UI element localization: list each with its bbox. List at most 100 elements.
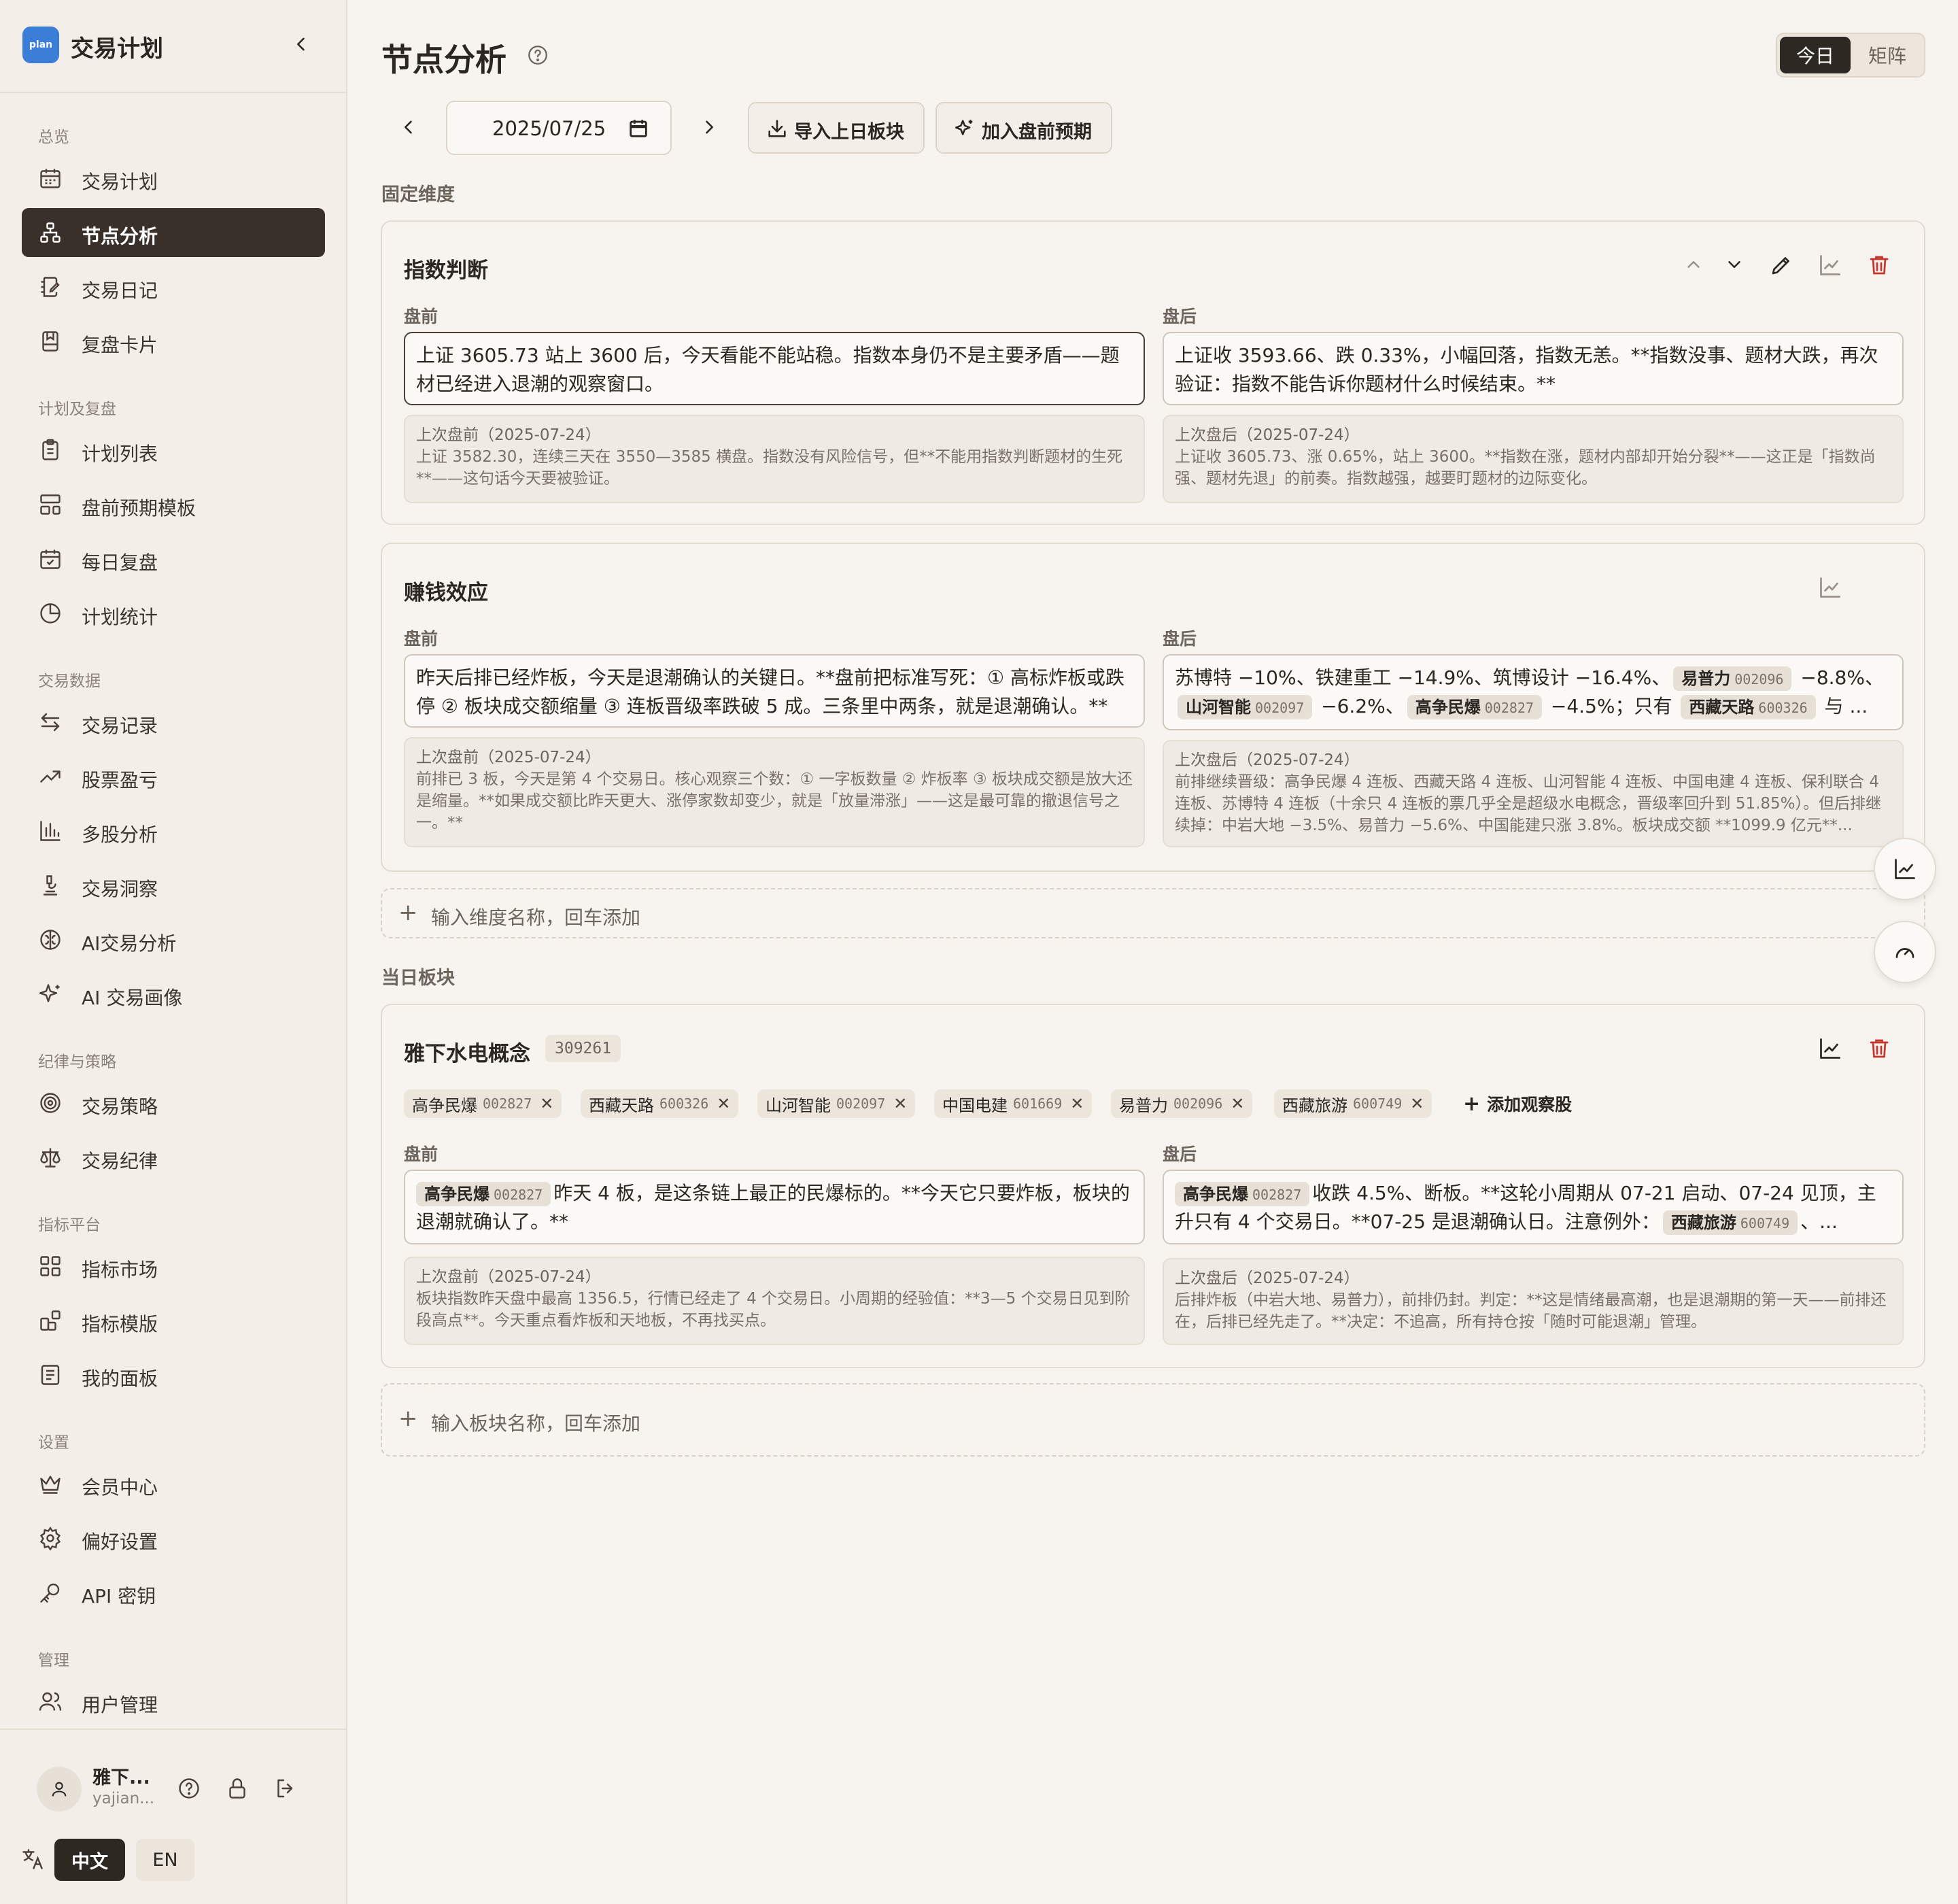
pencil-icon[interactable] (1769, 253, 1793, 277)
app-title: 交易计划 (71, 35, 163, 63)
remove-icon[interactable]: ✕ (1231, 1094, 1244, 1113)
sidebar-item-ai-trade-analysis[interactable]: AI交易分析 (22, 915, 325, 964)
sector-section-label: 当日板块 (381, 968, 455, 989)
stock-chip-inline[interactable]: 山河智能 002097 (1178, 695, 1313, 719)
sidebar-item-user-management[interactable]: 用户管理 (22, 1677, 325, 1726)
floating-gauge-button[interactable] (1874, 921, 1936, 983)
plus-icon: + (1463, 1091, 1481, 1116)
add-sector-input[interactable]: + 输入板块名称，回车添加 (381, 1383, 1925, 1457)
pre-market-input[interactable]: 上证 3605.73 站上 3600 后，今天看能不能站稳。指数本身仍不是主要矛… (404, 332, 1145, 405)
sidebar-item-trade-records[interactable]: 交易记录 (22, 698, 325, 747)
stock-chip-inline[interactable]: 高争民爆 002827 (416, 1182, 551, 1206)
sidebar-item-trade-plan[interactable]: 交易计划 (22, 154, 325, 203)
sidebar-item-plan-stats[interactable]: 计划统计 (22, 589, 325, 638)
prev-note-body: 后排炸板（中岩大地、易普力），前排仍封。判定：**这是情绪最高潮，也是退潮期的第… (1175, 1291, 1887, 1331)
stock-name: 中国电建 (942, 1095, 1008, 1115)
view-toggle-today[interactable]: 今日 (1780, 37, 1851, 73)
sidebar-item-label: 节点分析 (82, 225, 158, 248)
remove-icon[interactable]: ✕ (1410, 1094, 1424, 1113)
trash-icon[interactable] (1867, 1036, 1891, 1061)
remove-icon[interactable]: ✕ (1070, 1094, 1084, 1113)
lang-zh-button[interactable]: 中文 (54, 1839, 125, 1881)
sidebar-item-stock-pnl[interactable]: 股票盈亏 (22, 752, 325, 801)
add-watch-stock-button[interactable]: + 添加观察股 (1463, 1089, 1572, 1118)
avatar[interactable] (37, 1767, 82, 1812)
watch-stock-chip[interactable]: 中国电建 601669 ✕ (934, 1089, 1093, 1118)
view-toggle-matrix[interactable]: 矩阵 (1853, 37, 1921, 73)
sidebar-item-premarket-template[interactable]: 盘前预期模板 (22, 480, 325, 529)
post-text-tail: 、... (1800, 1210, 1838, 1233)
sidebar-item-indicator-templates[interactable]: 指标模版 (22, 1296, 325, 1345)
watch-stock-chip[interactable]: 西藏天路 600326 ✕ (581, 1089, 739, 1118)
stock-chip-inline[interactable]: 高争民爆 002827 (1407, 695, 1542, 719)
help-circle-icon[interactable] (526, 44, 549, 67)
stock-chip-inline[interactable]: 西藏天路 600326 (1681, 695, 1816, 719)
remove-icon[interactable]: ✕ (893, 1094, 907, 1113)
sidebar-item-review-cards[interactable]: 复盘卡片 (22, 317, 325, 366)
sidebar-item-trade-insight[interactable]: 交易洞察 (22, 861, 325, 910)
stock-code: 002097 (1255, 700, 1305, 716)
group-label-admin: 管理 (38, 1652, 69, 1669)
remove-icon[interactable]: ✕ (717, 1094, 730, 1113)
lock-icon[interactable] (225, 1776, 250, 1801)
sidebar-item-daily-review[interactable]: 每日复盘 (22, 534, 325, 583)
next-day-button[interactable] (695, 113, 723, 141)
lang-en-button[interactable]: EN (136, 1839, 194, 1881)
import-prev-sectors-button[interactable]: 导入上日板块 (748, 102, 925, 154)
view-toggle: 今日 矩阵 (1776, 33, 1925, 78)
move-up-icon[interactable] (1683, 254, 1704, 275)
stock-name: 易普力 (1119, 1095, 1168, 1115)
trash-icon[interactable] (1867, 253, 1891, 277)
line-chart-icon[interactable] (1818, 575, 1842, 600)
stock-code: 600749 (1740, 1215, 1790, 1231)
collapse-sidebar-button[interactable] (287, 30, 315, 58)
stock-chip-inline[interactable]: 易普力 002096 (1673, 666, 1792, 691)
line-chart-icon[interactable] (1818, 1036, 1842, 1061)
prev-day-button[interactable] (394, 113, 423, 141)
pre-market-input[interactable]: 高争民爆 002827 昨天 4 板，是这条链上最正的民爆标的。**今天它只要炸板，… (404, 1170, 1145, 1244)
line-chart-icon[interactable] (1818, 253, 1842, 277)
prev-pre-market-note: 上次盘前（2025-07-24） 上证 3582.30，连续三天在 3550—3… (404, 415, 1145, 503)
sidebar-item-indicator-market[interactable]: 指标市场 (22, 1242, 325, 1291)
remove-icon[interactable]: ✕ (540, 1094, 553, 1113)
watch-stock-chip[interactable]: 易普力 002096 ✕ (1111, 1089, 1253, 1118)
sidebar-item-node-analysis[interactable]: 节点分析 (22, 208, 325, 257)
post-market-input[interactable]: 高争民爆 002827 收跌 4.5%、断板。**这轮小周期从 07-21 启动、0… (1163, 1170, 1904, 1244)
add-premarket-button[interactable]: 加入盘前预期 (935, 102, 1112, 154)
sidebar-item-label: 指标模版 (82, 1313, 158, 1336)
pre-market-input[interactable]: 昨天后排已经炸板，今天是退潮确认的关键日。**盘前把标准写死：① 高标炸板或跌停… (404, 654, 1145, 728)
stock-chip-inline[interactable]: 高争民爆 002827 (1175, 1182, 1310, 1206)
users-icon (39, 1692, 62, 1711)
sidebar-item-preferences[interactable]: 偏好设置 (22, 1514, 325, 1563)
prev-pre-market-note: 上次盘前（2025-07-24） 板块指数昨天盘中最高 1356.5，行情已经走… (404, 1257, 1145, 1345)
help-circle-icon[interactable] (177, 1776, 201, 1801)
date-picker[interactable]: 2025/07/25 (446, 101, 672, 155)
sidebar-item-multi-stock[interactable]: 多股分析 (22, 806, 325, 855)
sidebar-item-label: API 密钥 (82, 1585, 156, 1608)
sidebar-item-trade-journal[interactable]: 交易日记 (22, 262, 325, 311)
sidebar-item-trade-strategy[interactable]: 交易策略 (22, 1078, 325, 1127)
add-dimension-input[interactable]: + 输入维度名称，回车添加 (381, 888, 1925, 938)
stock-chip-inline[interactable]: 西藏旅游 600749 (1662, 1210, 1798, 1235)
import-button-label: 导入上日板块 (794, 122, 904, 143)
sidebar-item-api-keys[interactable]: API 密钥 (22, 1568, 325, 1617)
logout-icon[interactable] (273, 1776, 298, 1801)
watch-stock-chip[interactable]: 高争民爆 002827 ✕ (404, 1089, 562, 1118)
dimension-title: 赚钱效应 (404, 581, 488, 605)
floating-chart-button[interactable] (1874, 838, 1936, 900)
move-down-icon[interactable] (1724, 254, 1745, 275)
sidebar-item-ai-trade-profile[interactable]: AI 交易画像 (22, 970, 325, 1019)
sidebar-item-label: 交易纪律 (82, 1150, 158, 1172)
sidebar-item-plan-list[interactable]: 计划列表 (22, 426, 325, 475)
post-market-input[interactable]: 苏博特 −10%、铁建重工 −14.9%、筑博设计 −16.4%、 易普力 0020… (1163, 654, 1904, 730)
key-icon (40, 1583, 60, 1603)
post-market-input[interactable]: 上证收 3593.66、跌 0.33%，小幅回落，指数无恙。**指数没事、题材大… (1163, 332, 1904, 405)
stock-name: 高争民爆 (424, 1185, 490, 1204)
scale-icon (40, 1148, 61, 1168)
sidebar-item-trade-discipline[interactable]: 交易纪律 (22, 1133, 325, 1182)
sidebar-item-membership[interactable]: 会员中心 (22, 1459, 325, 1508)
sidebar-item-my-panel[interactable]: 我的面板 (22, 1350, 325, 1399)
user-email: yajian... (92, 1790, 155, 1807)
watch-stock-chip[interactable]: 山河智能 002097 ✕ (757, 1089, 916, 1118)
watch-stock-chip[interactable]: 西藏旅游 600749 ✕ (1274, 1089, 1432, 1118)
